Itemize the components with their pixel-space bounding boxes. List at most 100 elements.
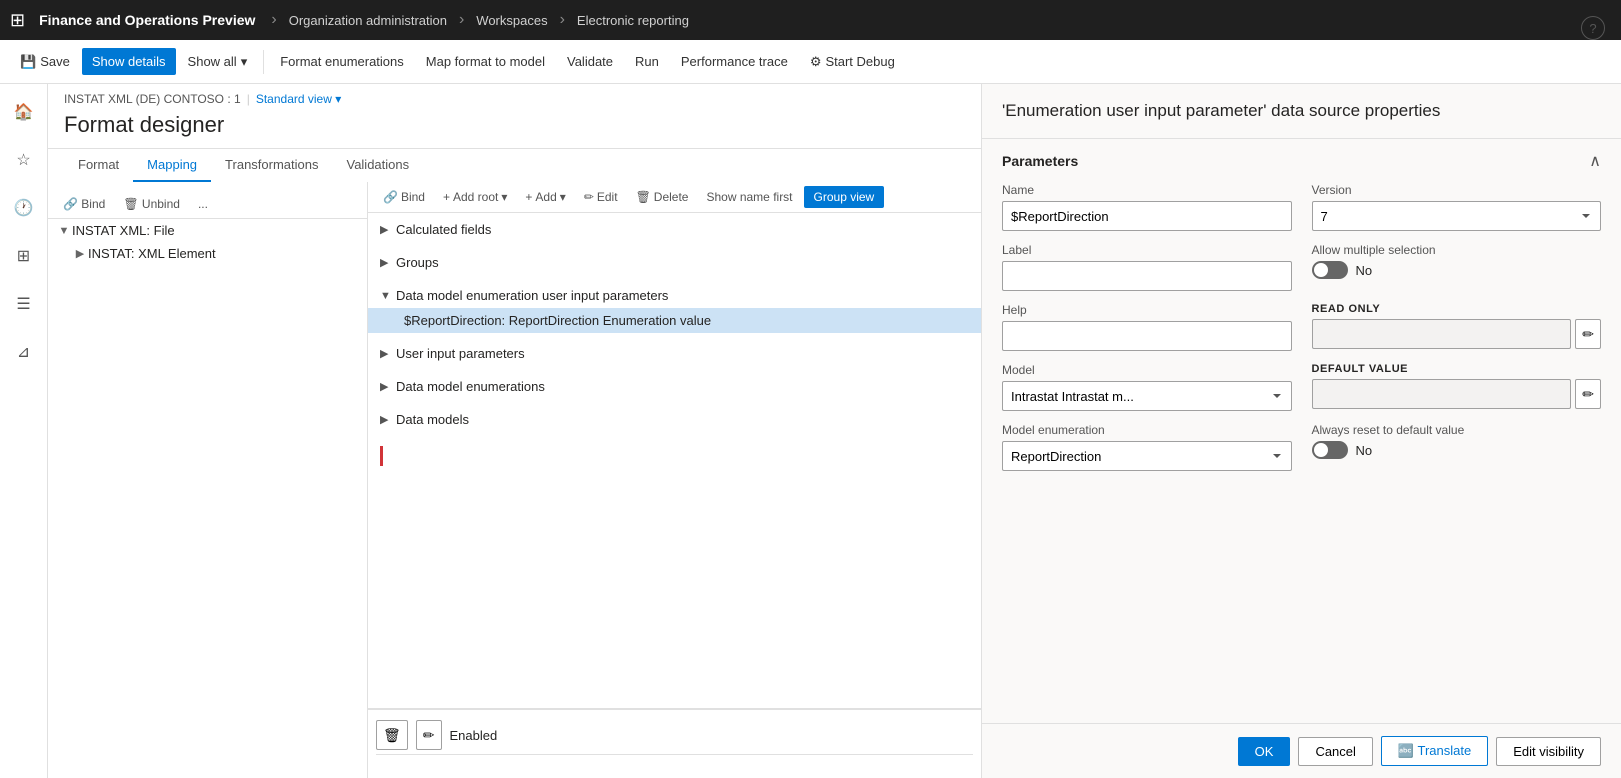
content-header: INSTAT XML (DE) CONTOSO : 1 | Standard v… bbox=[48, 84, 981, 149]
ds-bind-button[interactable]: 🔗 Bind bbox=[376, 187, 432, 207]
read-only-edit-button[interactable]: ✏ bbox=[1575, 319, 1601, 349]
help-input[interactable] bbox=[1002, 321, 1292, 351]
add-root-button[interactable]: + Add root ▾ bbox=[436, 187, 514, 207]
list-icon[interactable]: ☰ bbox=[6, 286, 42, 322]
unbind-button[interactable]: 🗑 Unbind bbox=[116, 194, 187, 214]
cancel-button[interactable]: Cancel bbox=[1298, 737, 1372, 766]
performance-trace-button[interactable]: Performance trace bbox=[671, 48, 798, 75]
more-button[interactable]: ... bbox=[191, 194, 215, 214]
dashboard-icon[interactable]: ⊞ bbox=[6, 238, 42, 274]
default-value-label: DEFAULT VALUE bbox=[1312, 363, 1602, 375]
right-panel: 'Enumeration user input parameter' data … bbox=[981, 84, 1621, 778]
nav-workspaces[interactable]: Workspaces bbox=[476, 13, 547, 28]
expand-user-input: ▶ bbox=[380, 347, 396, 360]
collapse-icon: ∧ bbox=[1589, 151, 1601, 171]
map-format-button[interactable]: Map format to model bbox=[416, 48, 555, 75]
right-panel-footer: OK Cancel 🔤 Translate Edit visibility bbox=[982, 723, 1621, 778]
form-grid: Name Version 7 Label Allow mul bbox=[1002, 183, 1601, 471]
ds-group-header-user-input[interactable]: ▶ User input parameters bbox=[368, 341, 981, 366]
model-select[interactable]: Intrastat Intrastat m... bbox=[1002, 381, 1292, 411]
nav-electronic-reporting[interactable]: Electronic reporting bbox=[577, 13, 689, 28]
nav-org-admin[interactable]: Organization administration bbox=[289, 13, 447, 28]
save-button[interactable]: 💾 Save bbox=[10, 48, 80, 76]
default-value-edit-button[interactable]: ✏ bbox=[1575, 379, 1601, 409]
tab-validations[interactable]: Validations bbox=[332, 149, 423, 182]
default-value-field: DEFAULT VALUE ✏ bbox=[1312, 363, 1602, 411]
show-all-button[interactable]: Show all ▾ bbox=[178, 48, 258, 76]
ds-group-model-enum: ▶ Data model enumerations bbox=[368, 370, 981, 403]
tree-item-file[interactable]: ▼ INSTAT XML: File bbox=[48, 219, 367, 242]
translate-button[interactable]: 🔤 Translate bbox=[1381, 736, 1488, 766]
trash-icon-unbind: 🗑 bbox=[123, 197, 138, 211]
tab-transformations[interactable]: Transformations bbox=[211, 149, 332, 182]
edit-formula-button[interactable]: ✏ bbox=[416, 720, 442, 750]
always-reset-value: No bbox=[1356, 443, 1373, 458]
ok-button[interactable]: OK bbox=[1238, 737, 1291, 766]
ds-group-header-model-enum[interactable]: ▶ Data model enumerations bbox=[368, 374, 981, 399]
edit-ds-button[interactable]: ✏ Edit bbox=[577, 187, 625, 207]
run-button[interactable]: Run bbox=[625, 48, 669, 75]
chevron-down-icon: ▾ bbox=[241, 54, 248, 70]
debug-icon: ⚙ bbox=[810, 54, 822, 70]
chevron-down-icon: ▾ bbox=[335, 92, 341, 106]
name-label: Name bbox=[1002, 183, 1292, 197]
start-debug-button[interactable]: ⚙ Start Debug bbox=[800, 48, 905, 76]
help-label: Help bbox=[1002, 303, 1292, 317]
datasource-pane: ▶ Calculated fields ▶ Groups ▼ Dat bbox=[368, 213, 981, 708]
show-name-first-button[interactable]: Show name first bbox=[699, 187, 799, 207]
name-input[interactable] bbox=[1002, 201, 1292, 231]
always-reset-field: Always reset to default value No bbox=[1312, 423, 1602, 471]
ds-group-calculated: ▶ Calculated fields bbox=[368, 213, 981, 246]
delete-ds-button[interactable]: 🗑 Delete bbox=[629, 187, 696, 207]
allow-multiple-toggle[interactable] bbox=[1312, 261, 1348, 279]
grid-icon[interactable]: ⊞ bbox=[10, 10, 25, 31]
delete-formula-button[interactable]: 🗑 bbox=[376, 720, 408, 750]
format-enumerations-button[interactable]: Format enumerations bbox=[270, 48, 414, 75]
group-view-button[interactable]: Group view bbox=[804, 186, 885, 208]
label-field: Label bbox=[1002, 243, 1292, 291]
section-header-parameters[interactable]: Parameters ∧ bbox=[1002, 151, 1601, 171]
chevron-down-add: ▾ bbox=[560, 190, 566, 204]
page-title: Format designer bbox=[64, 112, 965, 138]
tab-format[interactable]: Format bbox=[64, 149, 133, 182]
right-panel-title: 'Enumeration user input parameter' data … bbox=[1002, 100, 1601, 122]
bind-button[interactable]: 🔗 Bind bbox=[56, 194, 112, 214]
ds-group-header-data-models[interactable]: ▶ Data models bbox=[368, 407, 981, 432]
read-only-field: READ ONLY ✏ bbox=[1312, 303, 1602, 351]
toolbar-separator-1 bbox=[263, 50, 264, 74]
label-input[interactable] bbox=[1002, 261, 1292, 291]
pencil-icon: ✏ bbox=[584, 190, 594, 204]
tree-item-xml-element[interactable]: ▶ INSTAT: XML Element bbox=[48, 242, 367, 265]
ds-group-user-input: ▶ User input parameters bbox=[368, 337, 981, 370]
validate-button[interactable]: Validate bbox=[557, 48, 623, 75]
always-reset-toggle[interactable] bbox=[1312, 441, 1348, 459]
model-enumeration-select[interactable]: ReportDirection bbox=[1002, 441, 1292, 471]
add-button[interactable]: + Add ▾ bbox=[518, 187, 572, 207]
add-icon: + bbox=[525, 190, 532, 204]
nav-separator-3: › bbox=[560, 11, 565, 29]
tab-mapping[interactable]: Mapping bbox=[133, 149, 211, 182]
help-icon[interactable]: ? bbox=[1581, 16, 1605, 40]
tree-expander-element: ▶ bbox=[72, 247, 88, 260]
version-field: Version 7 bbox=[1312, 183, 1602, 231]
ds-group-data-models: ▶ Data models bbox=[368, 403, 981, 436]
ds-group-header-calculated[interactable]: ▶ Calculated fields bbox=[368, 217, 981, 242]
view-selector[interactable]: Standard view ▾ bbox=[256, 92, 341, 106]
content-area: INSTAT XML (DE) CONTOSO : 1 | Standard v… bbox=[48, 84, 981, 778]
filter-icon[interactable]: ⊿ bbox=[6, 334, 42, 370]
favorites-icon[interactable]: ☆ bbox=[6, 142, 42, 178]
label-label: Label bbox=[1002, 243, 1292, 257]
model-enumeration-field: Model enumeration ReportDirection bbox=[1002, 423, 1292, 471]
home-icon[interactable]: 🏠 bbox=[6, 94, 42, 130]
recent-icon[interactable]: 🕐 bbox=[6, 190, 42, 226]
expand-enum-params: ▼ bbox=[380, 290, 396, 302]
ds-item-report-direction[interactable]: $ReportDirection: ReportDirection Enumer… bbox=[368, 308, 981, 333]
model-label: Model bbox=[1002, 363, 1292, 377]
ds-group-header-groups[interactable]: ▶ Groups bbox=[368, 250, 981, 275]
version-label: Version bbox=[1312, 183, 1602, 197]
ds-group-header-enum-params[interactable]: ▼ Data model enumeration user input para… bbox=[368, 283, 981, 308]
show-details-button[interactable]: Show details bbox=[82, 48, 176, 75]
version-select[interactable]: 7 bbox=[1312, 201, 1602, 231]
trash-icon-ds: 🗑 bbox=[636, 190, 651, 204]
edit-visibility-button[interactable]: Edit visibility bbox=[1496, 737, 1601, 766]
